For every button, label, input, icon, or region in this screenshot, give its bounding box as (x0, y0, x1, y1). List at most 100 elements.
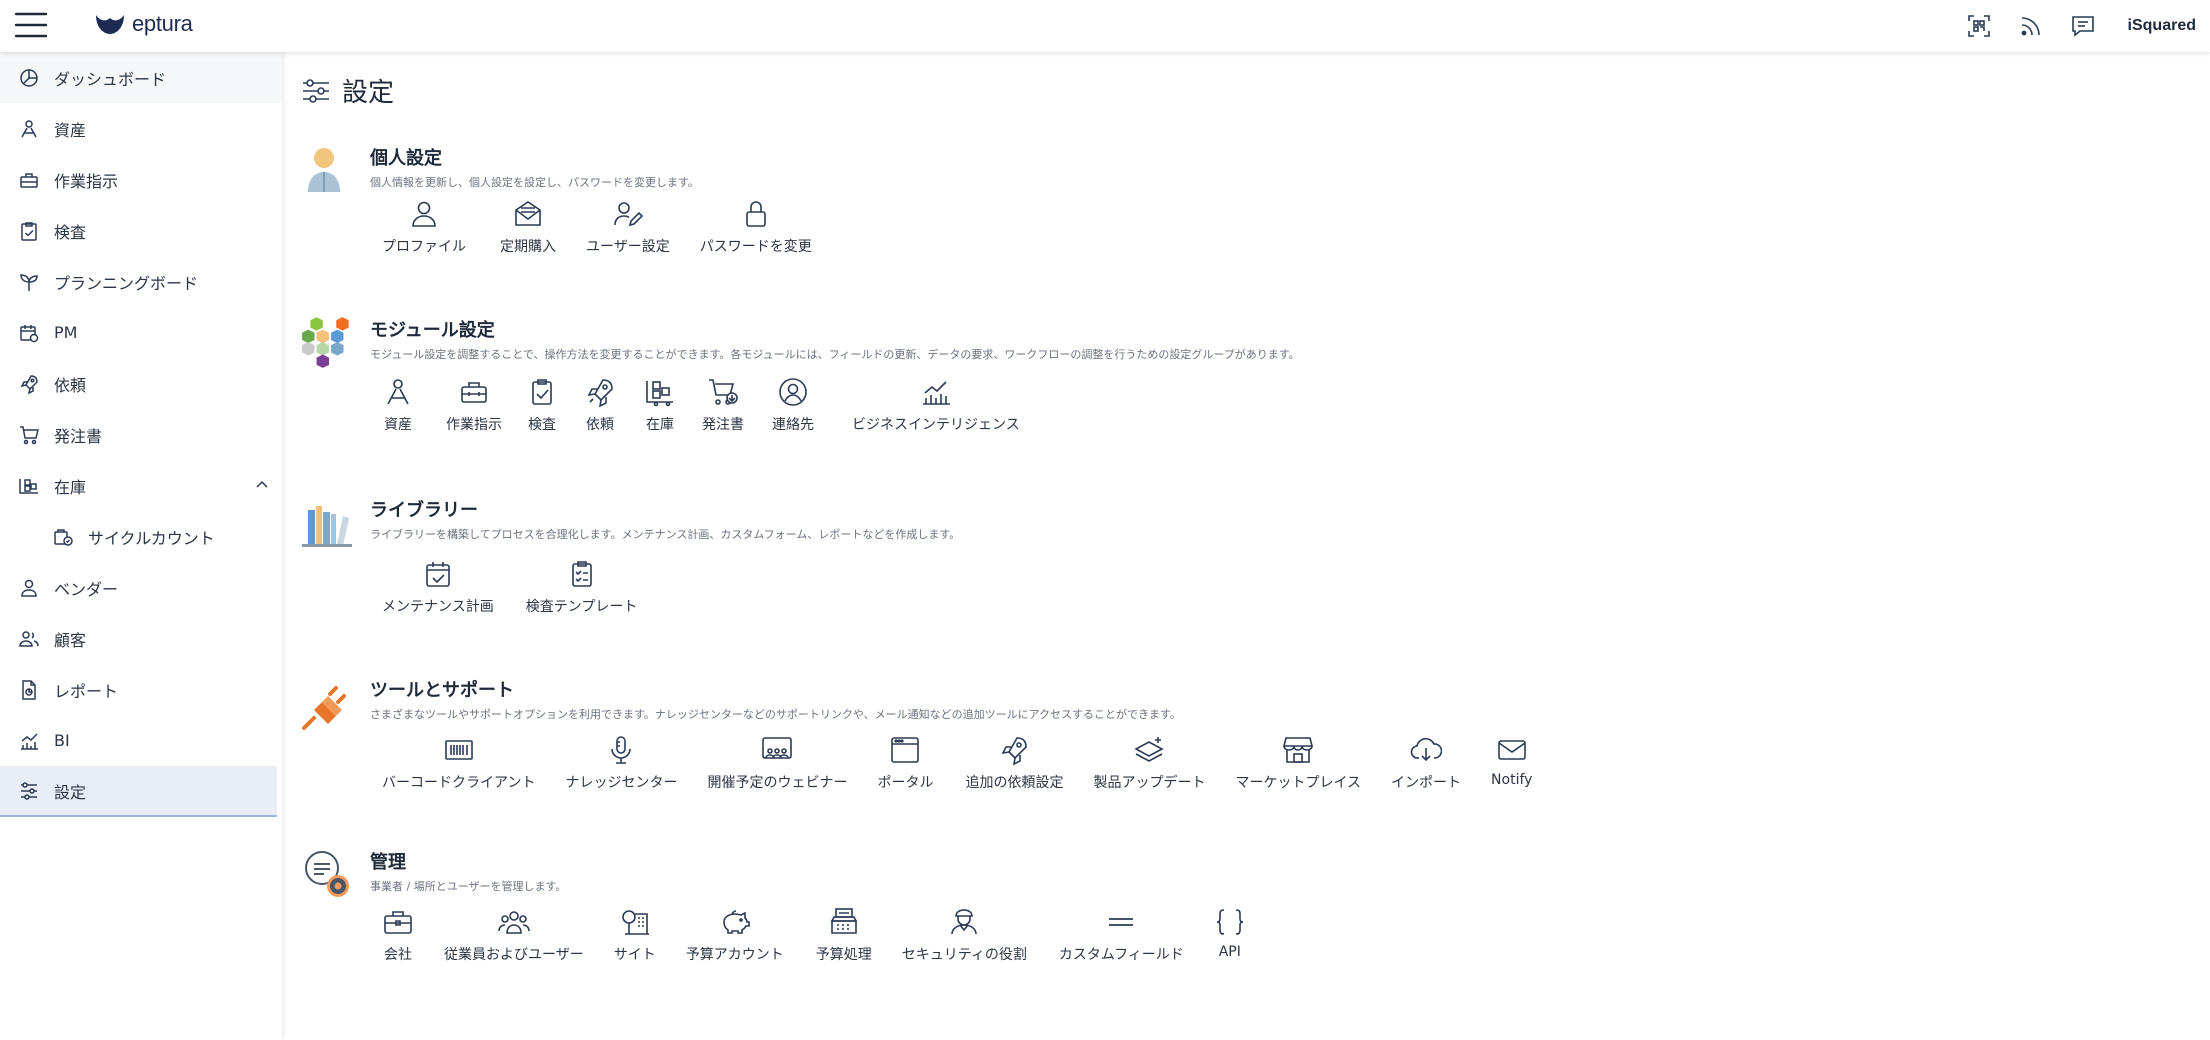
sidebar-item-pm[interactable]: PM (0, 307, 282, 358)
item-label: 検査テンプレート (525, 599, 638, 615)
page-title: 設定 (300, 72, 394, 109)
sidebar-item-label: 顧客 (54, 630, 87, 650)
section-title: ライブラリー (370, 500, 478, 521)
profile-button[interactable]: プロファイル (382, 198, 466, 256)
item-label: 予算アカウント (685, 947, 784, 963)
sidebar-item-label: ダッシュボード (54, 69, 167, 89)
api-button[interactable]: API (1214, 906, 1246, 960)
company-button[interactable]: 会社 (382, 906, 414, 964)
clipboard-check-icon (532, 379, 552, 405)
sidebar-item-inspections[interactable]: 検査 (0, 205, 282, 256)
clipboard-check-icon (21, 221, 37, 241)
import-button[interactable]: インポート (1391, 734, 1461, 792)
user-menu[interactable]: iSquared (2128, 17, 2196, 35)
marketplace-button[interactable]: マーケットプレイス (1235, 734, 1361, 792)
section-description: モジュール設定を調整することで、操作方法を変更することができます。各モジュールに… (370, 348, 1300, 361)
module-inventory-button[interactable]: 在庫 (644, 376, 676, 434)
sidebar-item-purchase-orders[interactable]: 発注書 (0, 409, 282, 460)
sidebar-item-label: 依頼 (54, 375, 87, 395)
sidebar-item-label: レポート (54, 681, 119, 701)
employees-users-button[interactable]: 従業員およびユーザー (444, 906, 584, 964)
sidebar-item-bi[interactable]: BI (0, 715, 282, 766)
change-password-button[interactable]: パスワードを変更 (700, 198, 812, 256)
section-description: さまざまなツールやサポートオプションを利用できます。ナレッジセンターなどのサポー… (370, 708, 1181, 721)
upcoming-webinars-button[interactable]: 開催予定のウェビナー (707, 734, 847, 792)
item-label: 定期購入 (500, 239, 556, 255)
budget-accounts-button[interactable]: 予算アカウント (686, 906, 784, 964)
item-label: サイト (613, 947, 656, 963)
briefcase-icon (384, 911, 412, 934)
item-label: 検査 (528, 417, 556, 433)
module-purchase-orders-button[interactable]: 発注書 (702, 376, 744, 434)
brand-logo[interactable]: eptura (94, 11, 193, 37)
barcode-client-button[interactable]: バーコードクライアント (382, 734, 535, 792)
calendar-gear-icon (20, 324, 39, 342)
hamburger-menu-icon[interactable] (14, 10, 48, 40)
sidebar-item-requests[interactable]: 依頼 (0, 358, 282, 409)
user-settings-button[interactable]: ユーザー設定 (586, 198, 670, 256)
product-updates-button[interactable]: 製品アップデート (1093, 734, 1205, 792)
module-requests-button[interactable]: 依頼 (584, 376, 616, 434)
module-contacts-button[interactable]: 連絡先 (772, 376, 814, 434)
item-label: 資産 (384, 417, 412, 433)
profile-icon (412, 201, 436, 227)
item-label: マーケットプレイス (1235, 775, 1362, 791)
sidebar-item-dashboard[interactable]: ダッシュボード (0, 52, 282, 103)
asset-icon (387, 379, 409, 405)
store-icon (1283, 737, 1314, 763)
item-label: 追加の依頼設定 (965, 775, 1064, 791)
person-illustration-icon (308, 148, 340, 192)
item-label: パスワードを変更 (699, 239, 812, 255)
knowledge-center-button[interactable]: ナレッジセンター (565, 734, 677, 792)
mail-icon (1497, 740, 1526, 760)
additional-request-settings-button[interactable]: 追加の依頼設定 (965, 734, 1063, 792)
section-title: ツールとサポート (370, 680, 514, 701)
asset-icon (21, 119, 37, 137)
portal-button[interactable]: ポータル (877, 734, 933, 792)
sidebar-item-label: BI (54, 731, 70, 750)
custom-fields-button[interactable]: カスタムフィールド (1059, 906, 1184, 964)
hexagon-modules-illustration-icon (302, 317, 349, 368)
sites-button[interactable]: サイト (614, 906, 656, 964)
sidebar-item-assets[interactable]: 資産 (0, 103, 282, 154)
subscription-button[interactable]: 定期購入 (500, 198, 556, 256)
item-label: バーコードクライアント (382, 775, 536, 791)
sidebar-item-planning-board[interactable]: プランニングボード (0, 256, 282, 307)
sidebar-item-reports[interactable]: レポート (0, 664, 282, 715)
rocket-icon (20, 374, 38, 394)
budget-processing-button[interactable]: 予算処理 (816, 906, 872, 964)
module-inspections-button[interactable]: 検査 (526, 376, 558, 434)
inventory-icon (646, 381, 673, 407)
top-bar: eptura iSquared (0, 0, 2210, 52)
sidebar-item-label: 作業指示 (54, 171, 119, 191)
equals-icon (1109, 918, 1134, 926)
section-description: 個人情報を更新し、個人設定を設定し、パスワードを変更します。 (370, 176, 699, 189)
module-business-intelligence-button[interactable]: ビジネスインテリジェンス (852, 376, 1020, 434)
sidebar-item-customers[interactable]: 顧客 (0, 613, 282, 664)
rss-feed-icon[interactable] (2018, 13, 2044, 39)
portal-icon (891, 737, 920, 763)
module-assets-button[interactable]: 資産 (382, 376, 414, 434)
cart-icon (20, 425, 39, 444)
sidebar-item-vendors[interactable]: ベンダー (0, 562, 282, 613)
page-title-text: 設定 (342, 78, 395, 108)
security-roles-button[interactable]: セキュリティの役割 (902, 906, 1027, 964)
inspection-template-button[interactable]: 検査テンプレート (525, 558, 638, 616)
qr-scan-icon[interactable] (1966, 13, 1992, 39)
brand-name: eptura (132, 11, 193, 36)
braces-icon (1216, 909, 1243, 935)
sidebar-item-work-orders[interactable]: 作業指示 (0, 154, 282, 205)
chevron-up-icon[interactable] (254, 477, 270, 493)
maintenance-plan-button[interactable]: メンテナンス計画 (382, 558, 494, 616)
sidebar-item-cycle-count[interactable]: サイクルカウント (0, 511, 282, 562)
item-label: 従業員およびユーザー (444, 947, 584, 963)
cart-icon (709, 379, 738, 405)
sidebar-item-inventory[interactable]: 在庫 (0, 460, 282, 511)
admin-gear-illustration-icon (305, 851, 349, 897)
module-work-orders-button[interactable]: 作業指示 (446, 376, 502, 434)
plug-illustration-icon (302, 686, 346, 730)
sidebar: ダッシュボード 資産 作業指示 検査 プランニングボード PM 依頼 発注書 在… (0, 52, 282, 1040)
chat-icon[interactable] (2070, 13, 2096, 39)
notify-button[interactable]: Notify (1491, 734, 1532, 788)
sidebar-item-settings[interactable]: 設定 (0, 766, 277, 817)
